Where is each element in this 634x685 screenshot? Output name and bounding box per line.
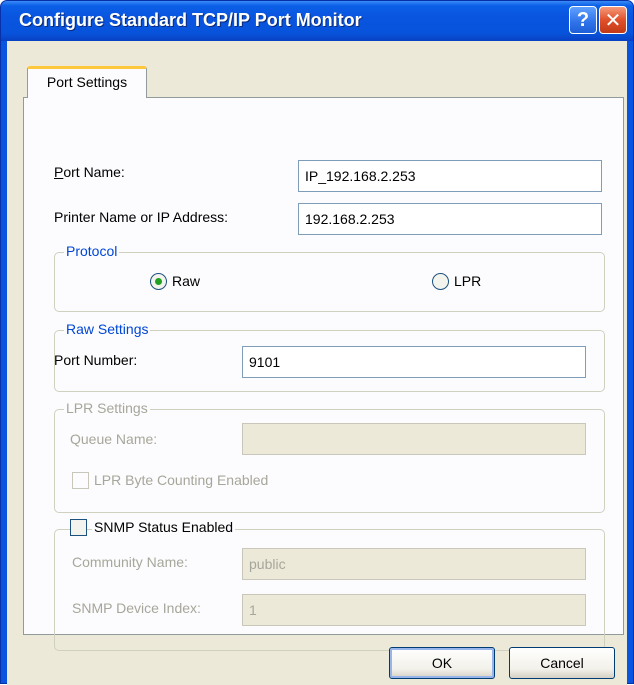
tab-panel: Port Name: IP_192.168.2.253 Printer Name… bbox=[23, 97, 624, 651]
ok-button[interactable]: OK bbox=[389, 647, 495, 679]
help-icon: ? bbox=[576, 8, 590, 31]
lpr-radio-label[interactable]: LPR bbox=[454, 273, 481, 289]
protocol-legend: Protocol bbox=[64, 243, 120, 259]
port-name-label: Port Name: bbox=[54, 164, 125, 180]
printer-address-label: Printer Name or IP Address: bbox=[54, 209, 229, 225]
lpr-radio[interactable] bbox=[432, 273, 449, 290]
close-button[interactable]: ✕ bbox=[599, 6, 627, 34]
printer-address-input[interactable]: 192.168.2.253 bbox=[298, 203, 602, 235]
title-bar[interactable]: Configure Standard TCP/IP Port Monitor ?… bbox=[1, 1, 633, 41]
cancel-button[interactable]: Cancel bbox=[509, 647, 615, 679]
port-name-input[interactable]: IP_192.168.2.253 bbox=[298, 160, 602, 192]
radio-selected-dot bbox=[155, 278, 162, 285]
port-number-label: Port Number: bbox=[54, 352, 138, 368]
lpr-settings-legend: LPR Settings bbox=[64, 400, 150, 416]
window-title: Configure Standard TCP/IP Port Monitor bbox=[19, 10, 362, 30]
tab-port-settings[interactable]: Port Settings bbox=[27, 66, 147, 98]
snmp-device-index-label: SNMP Device Index: bbox=[72, 600, 201, 616]
community-name-label: Community Name: bbox=[72, 554, 188, 570]
queue-name-input[interactable] bbox=[242, 423, 586, 455]
queue-name-label: Queue Name: bbox=[70, 431, 158, 447]
dialog-window: Configure Standard TCP/IP Port Monitor ?… bbox=[0, 0, 634, 685]
community-name-input[interactable]: public bbox=[242, 548, 586, 580]
lpr-byte-counting-label: LPR Byte Counting Enabled bbox=[94, 472, 269, 488]
raw-radio-label[interactable]: Raw bbox=[172, 273, 200, 289]
help-button[interactable]: ? bbox=[569, 6, 597, 34]
dialog-client-area: Port Settings Port Name: IP_192.168.2.25… bbox=[7, 41, 627, 685]
snmp-device-index-input[interactable]: 1 bbox=[242, 594, 586, 626]
raw-settings-legend: Raw Settings bbox=[64, 321, 151, 337]
snmp-enabled-label[interactable]: SNMP Status Enabled bbox=[92, 519, 236, 535]
close-icon: ✕ bbox=[604, 9, 622, 32]
lpr-byte-counting-checkbox[interactable] bbox=[72, 472, 89, 489]
snmp-enabled-checkbox[interactable] bbox=[70, 519, 87, 536]
port-number-input[interactable]: 9101 bbox=[242, 346, 586, 378]
raw-radio[interactable] bbox=[150, 273, 167, 290]
protocol-group bbox=[54, 252, 605, 312]
